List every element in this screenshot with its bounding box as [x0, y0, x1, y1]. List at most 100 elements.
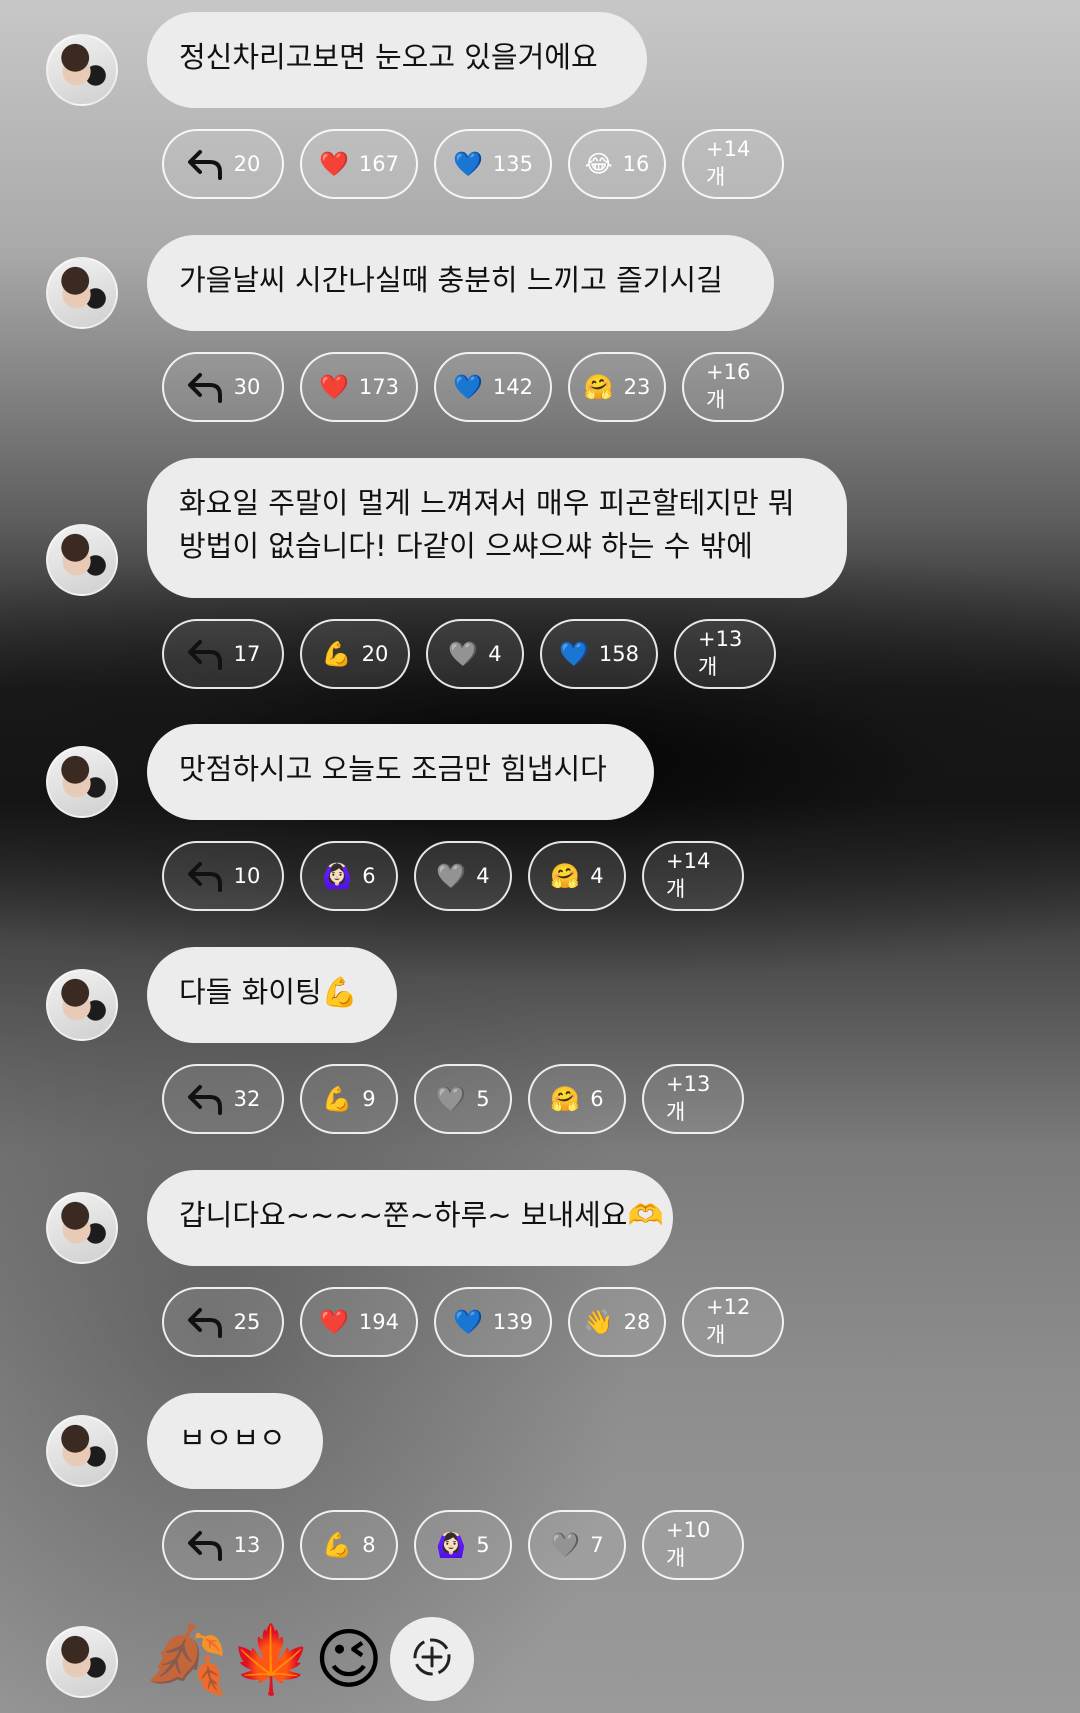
reaction-count: 6 [590, 1087, 604, 1111]
reply-count: 25 [233, 1310, 261, 1334]
reaction-chip[interactable]: 🩶 5 [414, 1064, 512, 1134]
reaction-chip[interactable]: 💙 139 [434, 1287, 552, 1357]
reaction-chip[interactable]: 🤗 4 [528, 841, 626, 911]
reaction-count: 5 [476, 1087, 490, 1111]
emoji-message[interactable]: 🍂🍁😉 [146, 1620, 385, 1700]
reply-arrow-icon [186, 1306, 224, 1338]
reply-button[interactable]: 13 [162, 1510, 284, 1580]
reply-button[interactable]: 10 [162, 841, 284, 911]
reply-button[interactable]: 30 [162, 352, 284, 422]
more-reactions-button[interactable]: +16개 [682, 352, 784, 422]
more-reactions-label: +16개 [706, 360, 751, 412]
more-reactions-label: +13개 [698, 627, 743, 679]
more-reactions-button[interactable]: +13개 [642, 1064, 744, 1134]
more-reactions-button[interactable]: +13개 [674, 619, 776, 689]
more-reactions-label: +14개 [706, 137, 751, 189]
reaction-chip[interactable]: 💙 142 [434, 352, 552, 422]
avatar[interactable] [46, 1626, 118, 1698]
blue-heart-icon: 💙 [559, 640, 589, 668]
reply-arrow-icon [186, 371, 224, 403]
reply-arrow-icon [186, 638, 224, 670]
person-gesturing-ok-icon: 🙆🏻‍♀️ [322, 862, 353, 890]
message-bubble[interactable]: 화요일 주말이 멀게 느껴져서 매우 피곤할테지만 뭐 방법이 없습니다! 다같… [147, 458, 847, 598]
add-reaction-button[interactable] [390, 1617, 474, 1701]
reaction-count: 5 [476, 1533, 490, 1557]
reaction-bar: 30 ❤️ 173 💙 142 🤗 23 +16개 [162, 352, 784, 426]
message-bubble[interactable]: 맛점하시고 오늘도 조금만 힘냅시다 [147, 724, 654, 820]
reaction-count: 16 [622, 152, 650, 176]
more-reactions-button[interactable]: +10개 [642, 1510, 744, 1580]
reply-arrow-icon [186, 860, 224, 892]
avatar[interactable] [46, 257, 118, 329]
reply-count: 10 [233, 864, 261, 888]
message-text: ㅂㅇㅂㅇ [179, 1421, 286, 1455]
message-bubble[interactable]: 정신차리고보면 눈오고 있을거에요 [147, 12, 647, 108]
person-gesturing-ok-icon: 🙆🏻‍♀️ [436, 1531, 467, 1559]
reaction-chip[interactable]: ❤️ 194 [300, 1287, 418, 1357]
reaction-count: 20 [361, 642, 389, 666]
reaction-chip[interactable]: ❤️ 167 [300, 129, 418, 199]
reaction-chip[interactable]: 💪 8 [300, 1510, 398, 1580]
reaction-count: 158 [598, 642, 639, 666]
message-bubble[interactable]: ㅂㅇㅂㅇ [147, 1393, 323, 1489]
reaction-count: 8 [362, 1533, 376, 1557]
reaction-chip[interactable]: 😂 16 [568, 129, 666, 199]
reaction-count: 9 [362, 1087, 376, 1111]
reaction-chip[interactable]: 💪 20 [300, 619, 410, 689]
reaction-chip[interactable]: 🙆🏻‍♀️ 6 [300, 841, 398, 911]
avatar[interactable] [46, 969, 118, 1041]
flexed-biceps-icon: 💪 [321, 640, 352, 668]
avatar[interactable] [46, 34, 118, 106]
flexed-biceps-icon: 💪 [322, 1531, 353, 1559]
more-reactions-button[interactable]: +14개 [682, 129, 784, 199]
hugging-face-icon: 🤗 [550, 1085, 581, 1113]
reaction-chip[interactable]: 🩶 7 [528, 1510, 626, 1580]
message-text: 가을날씨 시간나실때 충분히 느끼고 즐기시길 [179, 263, 723, 297]
laughing-tears-icon: 😂 [584, 150, 613, 178]
avatar[interactable] [46, 524, 118, 596]
more-reactions-label: +10개 [666, 1518, 711, 1570]
reply-count: 30 [233, 375, 261, 399]
reaction-chip[interactable]: 🤗 23 [568, 352, 666, 422]
reaction-chip[interactable]: 💙 158 [540, 619, 658, 689]
reaction-chip[interactable]: 🙆🏻‍♀️ 5 [414, 1510, 512, 1580]
reaction-chip[interactable]: 🤗 6 [528, 1064, 626, 1134]
reaction-chip[interactable]: ❤️ 173 [300, 352, 418, 422]
message-bubble[interactable]: 다들 화이팅💪 [147, 947, 397, 1043]
more-reactions-label: +14개 [666, 849, 711, 901]
blue-heart-icon: 💙 [453, 1308, 483, 1336]
reaction-count: 173 [358, 375, 399, 399]
reaction-count: 139 [492, 1310, 533, 1334]
avatar[interactable] [46, 1415, 118, 1487]
reaction-chip[interactable]: 🩶 4 [414, 841, 512, 911]
message-bubble[interactable]: 가을날씨 시간나실때 충분히 느끼고 즐기시길 [147, 235, 774, 331]
reaction-chip[interactable]: 👋 28 [568, 1287, 666, 1357]
message-text: 갑니다요~~~~쭌~하루~ 보내세요🫶 [179, 1198, 664, 1232]
reaction-count: 142 [492, 375, 533, 399]
reply-button[interactable]: 25 [162, 1287, 284, 1357]
heart-icon: ❤️ [319, 373, 349, 401]
reaction-chip[interactable]: 💪 9 [300, 1064, 398, 1134]
reaction-count: 6 [362, 864, 376, 888]
avatar[interactable] [46, 746, 118, 818]
more-reactions-button[interactable]: +14개 [642, 841, 744, 911]
reply-arrow-icon [186, 148, 224, 180]
reaction-bar: 32 💪 9 🩶 5 🤗 6 +13개 [162, 1064, 744, 1138]
grey-heart-icon: 🩶 [436, 862, 467, 890]
avatar[interactable] [46, 1192, 118, 1264]
reply-button[interactable]: 32 [162, 1064, 284, 1134]
reaction-bar: 10 🙆🏻‍♀️ 6 🩶 4 🤗 4 +14개 [162, 841, 744, 915]
more-reactions-button[interactable]: +12개 [682, 1287, 784, 1357]
reaction-chip[interactable]: 🩶 4 [426, 619, 524, 689]
reply-button[interactable]: 17 [162, 619, 284, 689]
reaction-chip[interactable]: 💙 135 [434, 129, 552, 199]
reaction-count: 135 [492, 152, 533, 176]
blue-heart-icon: 💙 [453, 373, 483, 401]
reply-count: 20 [233, 152, 261, 176]
flexed-biceps-icon: 💪 [322, 1085, 353, 1113]
heart-icon: ❤️ [319, 150, 349, 178]
message-bubble[interactable]: 갑니다요~~~~쭌~하루~ 보내세요🫶 [147, 1170, 673, 1266]
reply-arrow-icon [186, 1083, 224, 1115]
heart-icon: ❤️ [319, 1308, 349, 1336]
reply-button[interactable]: 20 [162, 129, 284, 199]
